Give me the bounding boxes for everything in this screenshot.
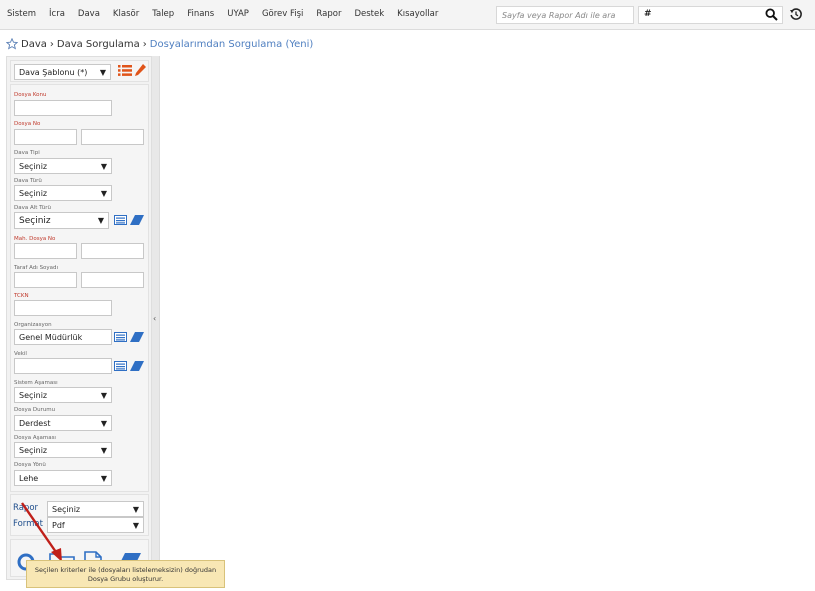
sistem-asamasi-select[interactable]: Seçiniz ▼ [14, 387, 112, 403]
template-select[interactable]: Dava Şablonu (*) ▼ [14, 64, 111, 80]
page-search-input[interactable]: Sayfa veya Rapor Adı ile ara [496, 6, 634, 24]
file-number-search-input[interactable]: # [638, 6, 783, 24]
dosya-asamasi-select[interactable]: Seçiniz ▼ [14, 442, 112, 458]
vekil-label: Vekil [14, 351, 27, 357]
tooltip-line-2: Dosya Grubu oluşturur. [87, 574, 164, 583]
vekil-input[interactable] [14, 358, 112, 374]
main-menu: Sistem İcra Dava Klasör Talep Finans UYA… [7, 9, 438, 19]
chevron-down-icon: ▼ [100, 419, 107, 428]
template-section: Dava Şablonu (*) ▼ [10, 60, 149, 82]
taraf-adi-soyadi-label: Taraf Adı Soyadı [14, 265, 59, 271]
dava-alt-turu-value: Seçiniz [19, 216, 51, 226]
menu-item-gorev-fisi[interactable]: Görev Fişi [262, 9, 303, 19]
mah-dosya-no-year-input[interactable] [14, 243, 77, 259]
dosya-yonu-select[interactable]: Lehe ▼ [14, 470, 112, 486]
list-select-icon[interactable] [114, 215, 127, 225]
tckn-input[interactable] [14, 300, 112, 316]
chevron-left-icon: ‹ [153, 314, 157, 323]
breadcrumb-dava-sorgulama[interactable]: Dava Sorgulama [57, 39, 140, 50]
organizasyon-input[interactable]: Genel Müdürlük [14, 329, 112, 345]
sistem-asamasi-label: Sistem Aşaması [14, 380, 58, 386]
menu-item-dava[interactable]: Dava [78, 9, 100, 19]
breadcrumb-dava[interactable]: Dava [21, 39, 47, 50]
eraser-icon[interactable] [130, 332, 144, 342]
tooltip: Seçilen kriterler ile (dosyaları listele… [26, 560, 225, 588]
dosya-no-label: Dosya No [14, 121, 41, 127]
menu-item-uyap[interactable]: UYAP [227, 9, 249, 19]
chevron-down-icon: ▼ [132, 521, 139, 530]
panel-collapse-handle[interactable]: ‹ [152, 56, 160, 580]
chevron-down-icon: ▼ [100, 189, 107, 198]
history-icon[interactable] [789, 7, 803, 21]
dosya-durumu-label: Dosya Durumu [14, 407, 56, 413]
chevron-down-icon: ▼ [132, 505, 139, 514]
chevron-down-icon: ▼ [100, 391, 107, 400]
tckn-label: TCKN [14, 293, 29, 299]
breadcrumb-separator: › [49, 38, 54, 50]
menu-item-finans[interactable]: Finans [187, 9, 214, 19]
dosya-asamasi-label: Dosya Aşaması [14, 435, 56, 441]
chevron-down-icon: ▼ [97, 216, 104, 225]
chevron-down-icon: ▼ [100, 162, 107, 171]
sistem-asamasi-value: Seçiniz [19, 391, 48, 400]
dava-alt-turu-label: Dava Alt Türü [14, 205, 52, 211]
dava-turu-select[interactable]: Seçiniz ▼ [14, 185, 112, 201]
dosya-yonu-value: Lehe [19, 474, 39, 483]
breadcrumb: Dava › Dava Sorgulama › Dosyalarımdan So… [6, 38, 313, 50]
breadcrumb-current-page: Dosyalarımdan Sorgulama (Yeni) [149, 38, 314, 50]
list-icon[interactable] [118, 64, 132, 77]
chevron-down-icon: ▼ [100, 446, 107, 455]
taraf-adi-input[interactable] [14, 272, 77, 288]
dosya-durumu-value: Derdest [19, 419, 51, 428]
dosya-konu-label: Dosya Konu [14, 92, 47, 98]
mah-dosya-no-label: Mah. Dosya No [14, 236, 56, 242]
dava-tipi-label: Dava Tipi [14, 150, 40, 156]
dava-turu-label: Dava Türü [14, 178, 42, 184]
hash-value: # [644, 9, 652, 19]
mah-dosya-no-number-input[interactable] [81, 243, 144, 259]
menu-item-sistem[interactable]: Sistem [7, 9, 36, 19]
dava-turu-value: Seçiniz [19, 189, 48, 198]
criteria-section: Dosya Konu Dosya No Dava Tipi Seçiniz ▼ … [10, 84, 149, 492]
list-select-icon[interactable] [114, 361, 127, 371]
dava-alt-turu-select[interactable]: Seçiniz ▼ [14, 212, 109, 229]
dosya-konu-input[interactable] [14, 100, 112, 116]
breadcrumb-separator: › [142, 38, 147, 50]
pencil-icon[interactable] [134, 63, 147, 77]
eraser-icon[interactable] [130, 361, 144, 371]
organizasyon-label: Organizasyon [14, 322, 52, 328]
annotation-arrow-icon [21, 502, 62, 562]
search-icon[interactable] [765, 8, 778, 21]
taraf-soyadi-input[interactable] [81, 272, 144, 288]
tooltip-line-1: Seçilen kriterler ile (dosyaları listele… [34, 566, 217, 574]
menu-item-klasor[interactable]: Klasör [113, 9, 139, 19]
dosya-no-year-input[interactable] [14, 129, 77, 145]
menu-item-rapor[interactable]: Rapor [316, 9, 341, 19]
menu-item-talep[interactable]: Talep [152, 9, 174, 19]
chevron-down-icon: ▼ [99, 68, 106, 77]
organizasyon-value: Genel Müdürlük [19, 333, 83, 342]
dosya-no-number-input[interactable] [81, 129, 144, 145]
dava-tipi-select[interactable]: Seçiniz ▼ [14, 158, 112, 174]
template-value: Dava Şablonu (*) [19, 68, 88, 77]
list-select-icon[interactable] [114, 332, 127, 342]
top-menu-bar: Sistem İcra Dava Klasör Talep Finans UYA… [0, 0, 815, 30]
dosya-asamasi-value: Seçiniz [19, 446, 48, 455]
dosya-durumu-select[interactable]: Derdest ▼ [14, 415, 112, 431]
dava-tipi-value: Seçiniz [19, 162, 48, 171]
star-icon[interactable] [6, 38, 18, 50]
chevron-down-icon: ▼ [100, 474, 107, 483]
menu-item-icra[interactable]: İcra [49, 9, 65, 19]
menu-item-destek[interactable]: Destek [354, 9, 384, 19]
dosya-yonu-label: Dosya Yönü [14, 462, 46, 468]
eraser-icon[interactable] [130, 215, 144, 225]
menu-item-kisayollar[interactable]: Kısayollar [397, 9, 438, 19]
